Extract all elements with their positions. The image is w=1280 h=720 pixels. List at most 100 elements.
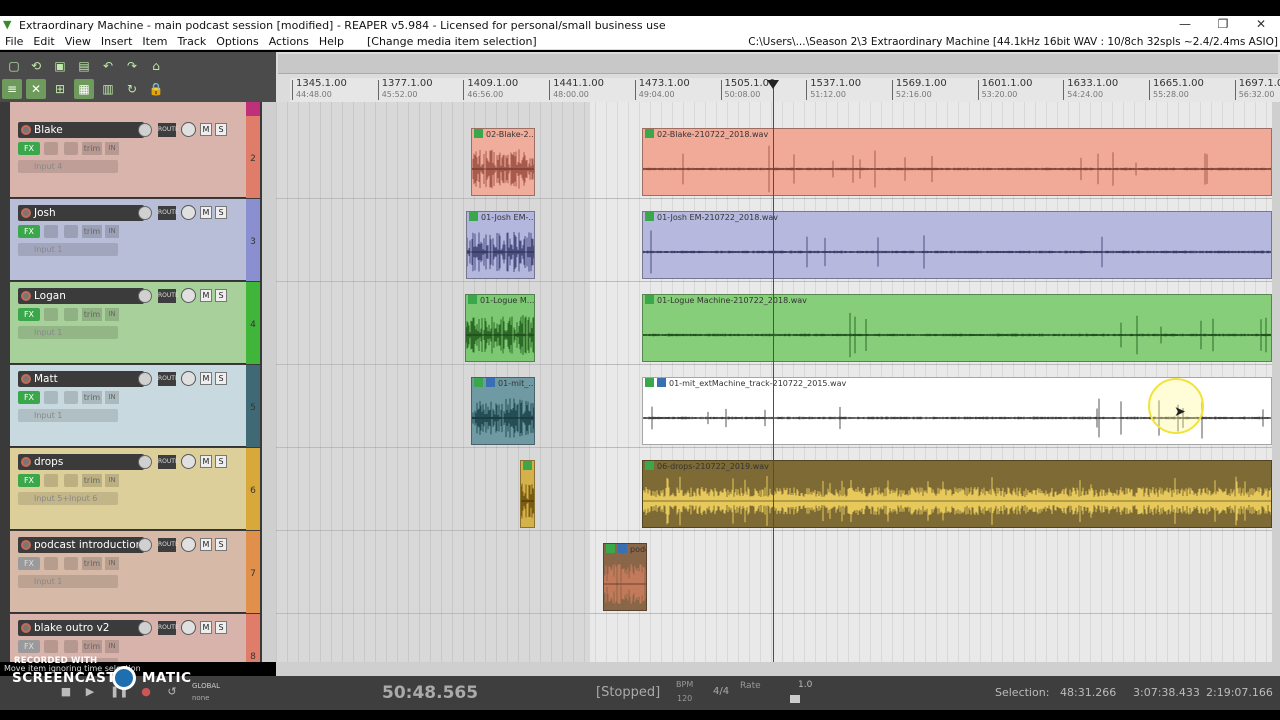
automation-mode-button[interactable]: trim	[82, 308, 102, 321]
snap-icon[interactable]: ▦	[74, 79, 94, 99]
mute-button[interactable]: M	[200, 372, 212, 385]
volume-knob[interactable]	[138, 621, 152, 635]
input-monitor-button[interactable]: IN	[105, 225, 119, 238]
maximize-icon[interactable]: ❐	[1204, 16, 1242, 34]
global-automation-label[interactable]: GLOBAL	[192, 682, 220, 690]
volume-knob[interactable]	[138, 372, 152, 386]
item-info-icon[interactable]	[486, 378, 495, 387]
track-panel[interactable]: 7 podcast introduction..3 ROUTE M S FX t…	[10, 531, 260, 613]
ruler-mark[interactable]: 1665.1.00 55:28.00	[1149, 78, 1204, 100]
solo-button[interactable]: S	[215, 123, 227, 136]
fx-bypass-icon[interactable]	[44, 225, 58, 238]
take-icon[interactable]	[645, 378, 654, 387]
take-icon[interactable]	[645, 461, 654, 470]
menu-actions[interactable]: Actions	[264, 35, 314, 48]
rate-slider[interactable]	[790, 695, 800, 703]
track-panel[interactable]: 3 Josh ROUTE M S FX trim IN Input 1	[10, 199, 260, 281]
solo-button[interactable]: S	[215, 372, 227, 385]
metronome-icon[interactable]: ⌂	[146, 56, 166, 76]
fx-bypass-icon[interactable]	[44, 474, 58, 487]
fx-button[interactable]: FX	[18, 640, 40, 653]
ruler-mark[interactable]: 1601.1.00 53:20.00	[977, 78, 1033, 100]
save-project-icon[interactable]: ▣	[50, 56, 70, 76]
record-arm-icon[interactable]	[21, 540, 31, 550]
track-name[interactable]: podcast introduction..3	[18, 537, 144, 553]
menu-insert[interactable]: Insert	[96, 35, 138, 48]
track-panel[interactable]: 6 drops ROUTE M S FX trim IN Input 5+Inp…	[10, 448, 260, 530]
auto-crossfade-icon[interactable]: ✕	[26, 79, 46, 99]
repeat-icon[interactable]: ↺	[164, 684, 180, 700]
menu-help[interactable]: Help	[314, 35, 349, 48]
record-arm-icon[interactable]	[21, 125, 31, 135]
ruler-mark[interactable]: 1441.1.00 48:00.00	[549, 78, 604, 100]
take-icon[interactable]	[645, 212, 654, 221]
media-item[interactable]: 02-Blake-2...	[471, 128, 535, 196]
menu-options[interactable]: Options	[211, 35, 263, 48]
automation-mode-button[interactable]: trim	[82, 474, 102, 487]
menu-edit[interactable]: Edit	[28, 35, 59, 48]
record-input-select[interactable]: Input 1	[18, 243, 118, 256]
take-icon[interactable]	[474, 378, 483, 387]
track-panel[interactable]: 2 Blake ROUTE M S FX trim IN Input 4	[10, 116, 260, 198]
record-arm-icon[interactable]	[21, 623, 31, 633]
item-info-icon[interactable]	[657, 378, 666, 387]
take-icon[interactable]	[645, 129, 654, 138]
pan-knob[interactable]	[181, 205, 196, 220]
ruler-mark[interactable]: 1409.1.00 46:56.00	[463, 78, 518, 100]
take-icon[interactable]	[523, 461, 532, 470]
media-item[interactable]: podc...	[603, 543, 647, 611]
selection-start[interactable]: 48:31.266	[1060, 686, 1116, 699]
mute-button[interactable]: M	[200, 289, 212, 302]
redo-icon[interactable]: ↷	[122, 56, 142, 76]
volume-knob[interactable]	[138, 538, 152, 552]
volume-knob[interactable]	[138, 206, 152, 220]
volume-knob[interactable]	[138, 455, 152, 469]
envelope-icon[interactable]	[64, 391, 78, 404]
pan-knob[interactable]	[181, 454, 196, 469]
media-item[interactable]: 06-drops-210722_2019.wav	[642, 460, 1272, 528]
media-item[interactable]	[520, 460, 535, 528]
record-arm-icon[interactable]	[21, 291, 31, 301]
record-arm-icon[interactable]	[21, 374, 31, 384]
record-input-select[interactable]: Input 5+Input 6	[18, 492, 118, 505]
solo-button[interactable]: S	[215, 206, 227, 219]
track-name[interactable]: drops	[18, 454, 144, 470]
media-item[interactable]: 01-Josh EM-...	[466, 211, 535, 279]
input-monitor-button[interactable]: IN	[105, 640, 119, 653]
track-panel[interactable]: 4 Logan ROUTE M S FX trim IN Input 1	[10, 282, 260, 364]
fx-bypass-icon[interactable]	[44, 640, 58, 653]
record-input-select[interactable]: Input 1	[18, 409, 118, 422]
take-icon[interactable]	[469, 212, 478, 221]
vertical-scrollbar[interactable]	[1272, 102, 1280, 662]
input-monitor-button[interactable]: IN	[105, 391, 119, 404]
record-input-select[interactable]: Input 1	[18, 575, 118, 588]
fx-button[interactable]: FX	[18, 474, 40, 487]
fx-bypass-icon[interactable]	[44, 557, 58, 570]
fx-bypass-icon[interactable]	[44, 308, 58, 321]
automation-mode-button[interactable]: trim	[82, 142, 102, 155]
item-info-icon[interactable]	[618, 544, 627, 553]
loop-icon[interactable]: ↻	[122, 79, 142, 99]
fx-button[interactable]: FX	[18, 557, 40, 570]
fx-button[interactable]: FX	[18, 391, 40, 404]
fx-bypass-icon[interactable]	[44, 391, 58, 404]
pan-knob[interactable]	[181, 122, 196, 137]
ripple-editing-icon[interactable]: ≡	[2, 79, 22, 99]
envelope-icon[interactable]	[64, 142, 78, 155]
track-name[interactable]: Logan	[18, 288, 144, 304]
media-item[interactable]: 01-Logue Machine-210722_2018.wav	[642, 294, 1272, 362]
automation-mode-button[interactable]: trim	[82, 225, 102, 238]
record-arm-icon[interactable]	[21, 208, 31, 218]
bpm-value[interactable]: 120	[677, 694, 692, 703]
tcp-scrollbar[interactable]	[262, 102, 276, 662]
solo-button[interactable]: S	[215, 289, 227, 302]
menu-track[interactable]: Track	[172, 35, 211, 48]
media-item[interactable]: 01-Logue M...	[465, 294, 535, 362]
mute-button[interactable]: M	[200, 621, 212, 634]
automation-mode-button[interactable]: trim	[82, 640, 102, 653]
arrange-view[interactable]: 02-Blake-2... 02-Blake-210722_2018.wav 01-…	[276, 102, 1272, 662]
route-button[interactable]: ROUTE	[158, 289, 179, 303]
route-button[interactable]: ROUTE	[158, 538, 179, 552]
lock-icon[interactable]: 🔒	[146, 79, 166, 99]
pan-knob[interactable]	[181, 620, 196, 635]
